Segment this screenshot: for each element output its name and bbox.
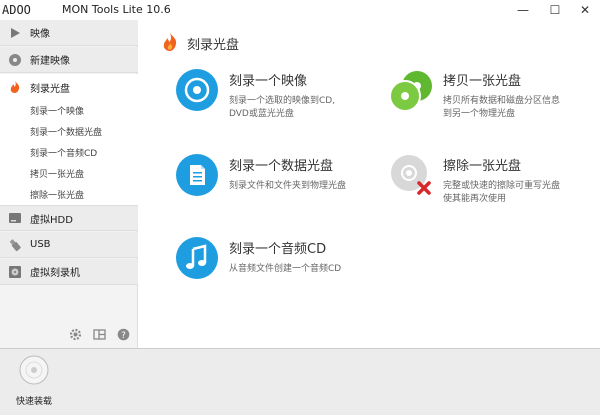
hdd-icon <box>8 211 22 225</box>
maximize-button[interactable]: ☐ <box>540 0 570 20</box>
action-description: 刻录文件和文件夹到物理光盘 <box>229 180 346 193</box>
copy-disc-icon <box>389 71 432 112</box>
minimize-button[interactable]: — <box>508 0 538 20</box>
action-description: 拷贝所有数据和磁盘分区信息 到另一个物理光盘 <box>443 95 560 121</box>
sidebar: 映像 新建映像 刻录光盘 刻录一个映像 刻录一个数据光盘 刻录一个音频CD 拷贝… <box>0 20 138 348</box>
sidebar-item-virtual-hdd[interactable]: 虚拟HDD <box>0 205 138 231</box>
action-title: 擦除一张光盘 <box>443 159 522 174</box>
submenu-burn-image[interactable]: 刻录一个映像 <box>0 100 138 121</box>
burn-image-action[interactable]: 刻录一个映像 刻录一个选取的映像到CD, DVD或蓝光光盘 <box>175 68 335 121</box>
submenu-erase-disc[interactable]: 擦除一张光盘 <box>0 184 138 205</box>
sidebar-toolbar: ? <box>68 327 130 341</box>
action-description: 刻录一个选取的映像到CD, DVD或蓝光光盘 <box>229 95 335 121</box>
burn-audio-cd-action[interactable]: 刻录一个音频CD 从音频文件创建一个音频CD <box>175 236 341 280</box>
sidebar-item-label: 刻录光盘 <box>30 83 70 95</box>
watermark-logo: ADOO <box>2 3 31 17</box>
action-description: 从音频文件创建一个音频CD <box>229 263 341 276</box>
quick-mount-label: 快速装载 <box>15 397 52 407</box>
submenu-burn-data-disc[interactable]: 刻录一个数据光盘 <box>0 121 138 142</box>
quick-mount-button[interactable]: 快速装载 <box>12 355 56 407</box>
action-title: 刻录一个音频CD <box>229 242 327 257</box>
action-desc-line: 到另一个物理光盘 <box>443 109 516 119</box>
sidebar-item-label: USB <box>30 239 51 250</box>
layout-icon[interactable] <box>92 327 106 341</box>
action-title: 刻录一个映像 <box>229 74 308 89</box>
gear-icon[interactable] <box>68 327 82 341</box>
submenu-burn-audio-cd[interactable]: 刻录一个音频CD <box>0 142 138 163</box>
burn-submenu: 刻录一个映像 刻录一个数据光盘 刻录一个音频CD 拷贝一张光盘 擦除一张光盘 <box>0 100 138 205</box>
disc-burn-icon <box>176 69 218 111</box>
action-desc-line: 刻录一个选取的映像到CD, <box>229 96 336 106</box>
action-desc-line: 使其能再次使用 <box>443 194 507 204</box>
sidebar-item-burn-disc[interactable]: 刻录光盘 <box>0 74 138 100</box>
flame-icon <box>161 32 179 55</box>
copy-disc-action[interactable]: 拷贝一张光盘 拷贝所有数据和磁盘分区信息 到另一个物理光盘 <box>389 68 560 121</box>
page-title: 刻录光盘 <box>187 38 240 53</box>
svg-text:?: ? <box>121 331 126 341</box>
burn-data-disc-action[interactable]: 刻录一个数据光盘 刻录文件和文件夹到物理光盘 <box>175 153 346 197</box>
bottom-bar: 快速装载 <box>0 348 600 415</box>
title-bar: ADOO MON Tools Lite 10.6 — ☐ ✕ <box>0 0 600 20</box>
help-icon[interactable]: ? <box>116 327 130 341</box>
action-desc-line: 完整或快速的擦除可重写光盘 <box>443 181 561 191</box>
action-desc-line: 拷贝所有数据和磁盘分区信息 <box>443 96 561 106</box>
burner-icon <box>8 265 22 279</box>
disc-icon <box>19 355 49 385</box>
action-title: 刻录一个数据光盘 <box>229 159 334 174</box>
main-panel: 刻录光盘 刻录一个映像 刻录一个选取的映像到CD, DVD或蓝光光盘 拷贝一张光… <box>139 20 600 348</box>
usb-icon <box>8 238 22 252</box>
data-disc-icon <box>176 154 218 196</box>
sidebar-item-virtual-burner[interactable]: 虚拟刻录机 <box>0 259 138 285</box>
action-desc-line: 从音频文件创建一个音频CD <box>229 264 342 274</box>
action-desc-line: DVD或蓝光光盘 <box>229 109 294 119</box>
sidebar-item-usb[interactable]: USB <box>0 232 138 258</box>
submenu-copy-disc[interactable]: 拷贝一张光盘 <box>0 163 138 184</box>
sidebar-item-label: 虚拟刻录机 <box>30 268 80 279</box>
action-desc-line: 刻录文件和文件夹到物理光盘 <box>229 181 347 191</box>
close-button[interactable]: ✕ <box>570 0 600 20</box>
watermark-text: ADOO <box>2 3 31 17</box>
disc-gear-icon <box>8 53 22 67</box>
action-title: 拷贝一张光盘 <box>443 74 522 89</box>
sidebar-item-label: 虚拟HDD <box>30 214 73 226</box>
erase-disc-action[interactable]: 擦除一张光盘 完整或快速的擦除可重写光盘 使其能再次使用 <box>389 153 560 206</box>
sidebar-item-new-image[interactable]: 新建映像 <box>0 47 138 73</box>
flame-icon <box>8 80 22 94</box>
erase-disc-icon <box>391 155 431 195</box>
sidebar-item-label: 映像 <box>30 29 50 40</box>
action-description: 完整或快速的擦除可重写光盘 使其能再次使用 <box>443 180 560 206</box>
play-icon <box>8 26 22 40</box>
music-note-icon <box>176 237 218 279</box>
window-title: MON Tools Lite 10.6 <box>62 3 171 16</box>
section-header: 刻录光盘 <box>161 32 239 55</box>
sidebar-item-images[interactable]: 映像 <box>0 20 138 46</box>
sidebar-item-label: 新建映像 <box>30 56 70 67</box>
